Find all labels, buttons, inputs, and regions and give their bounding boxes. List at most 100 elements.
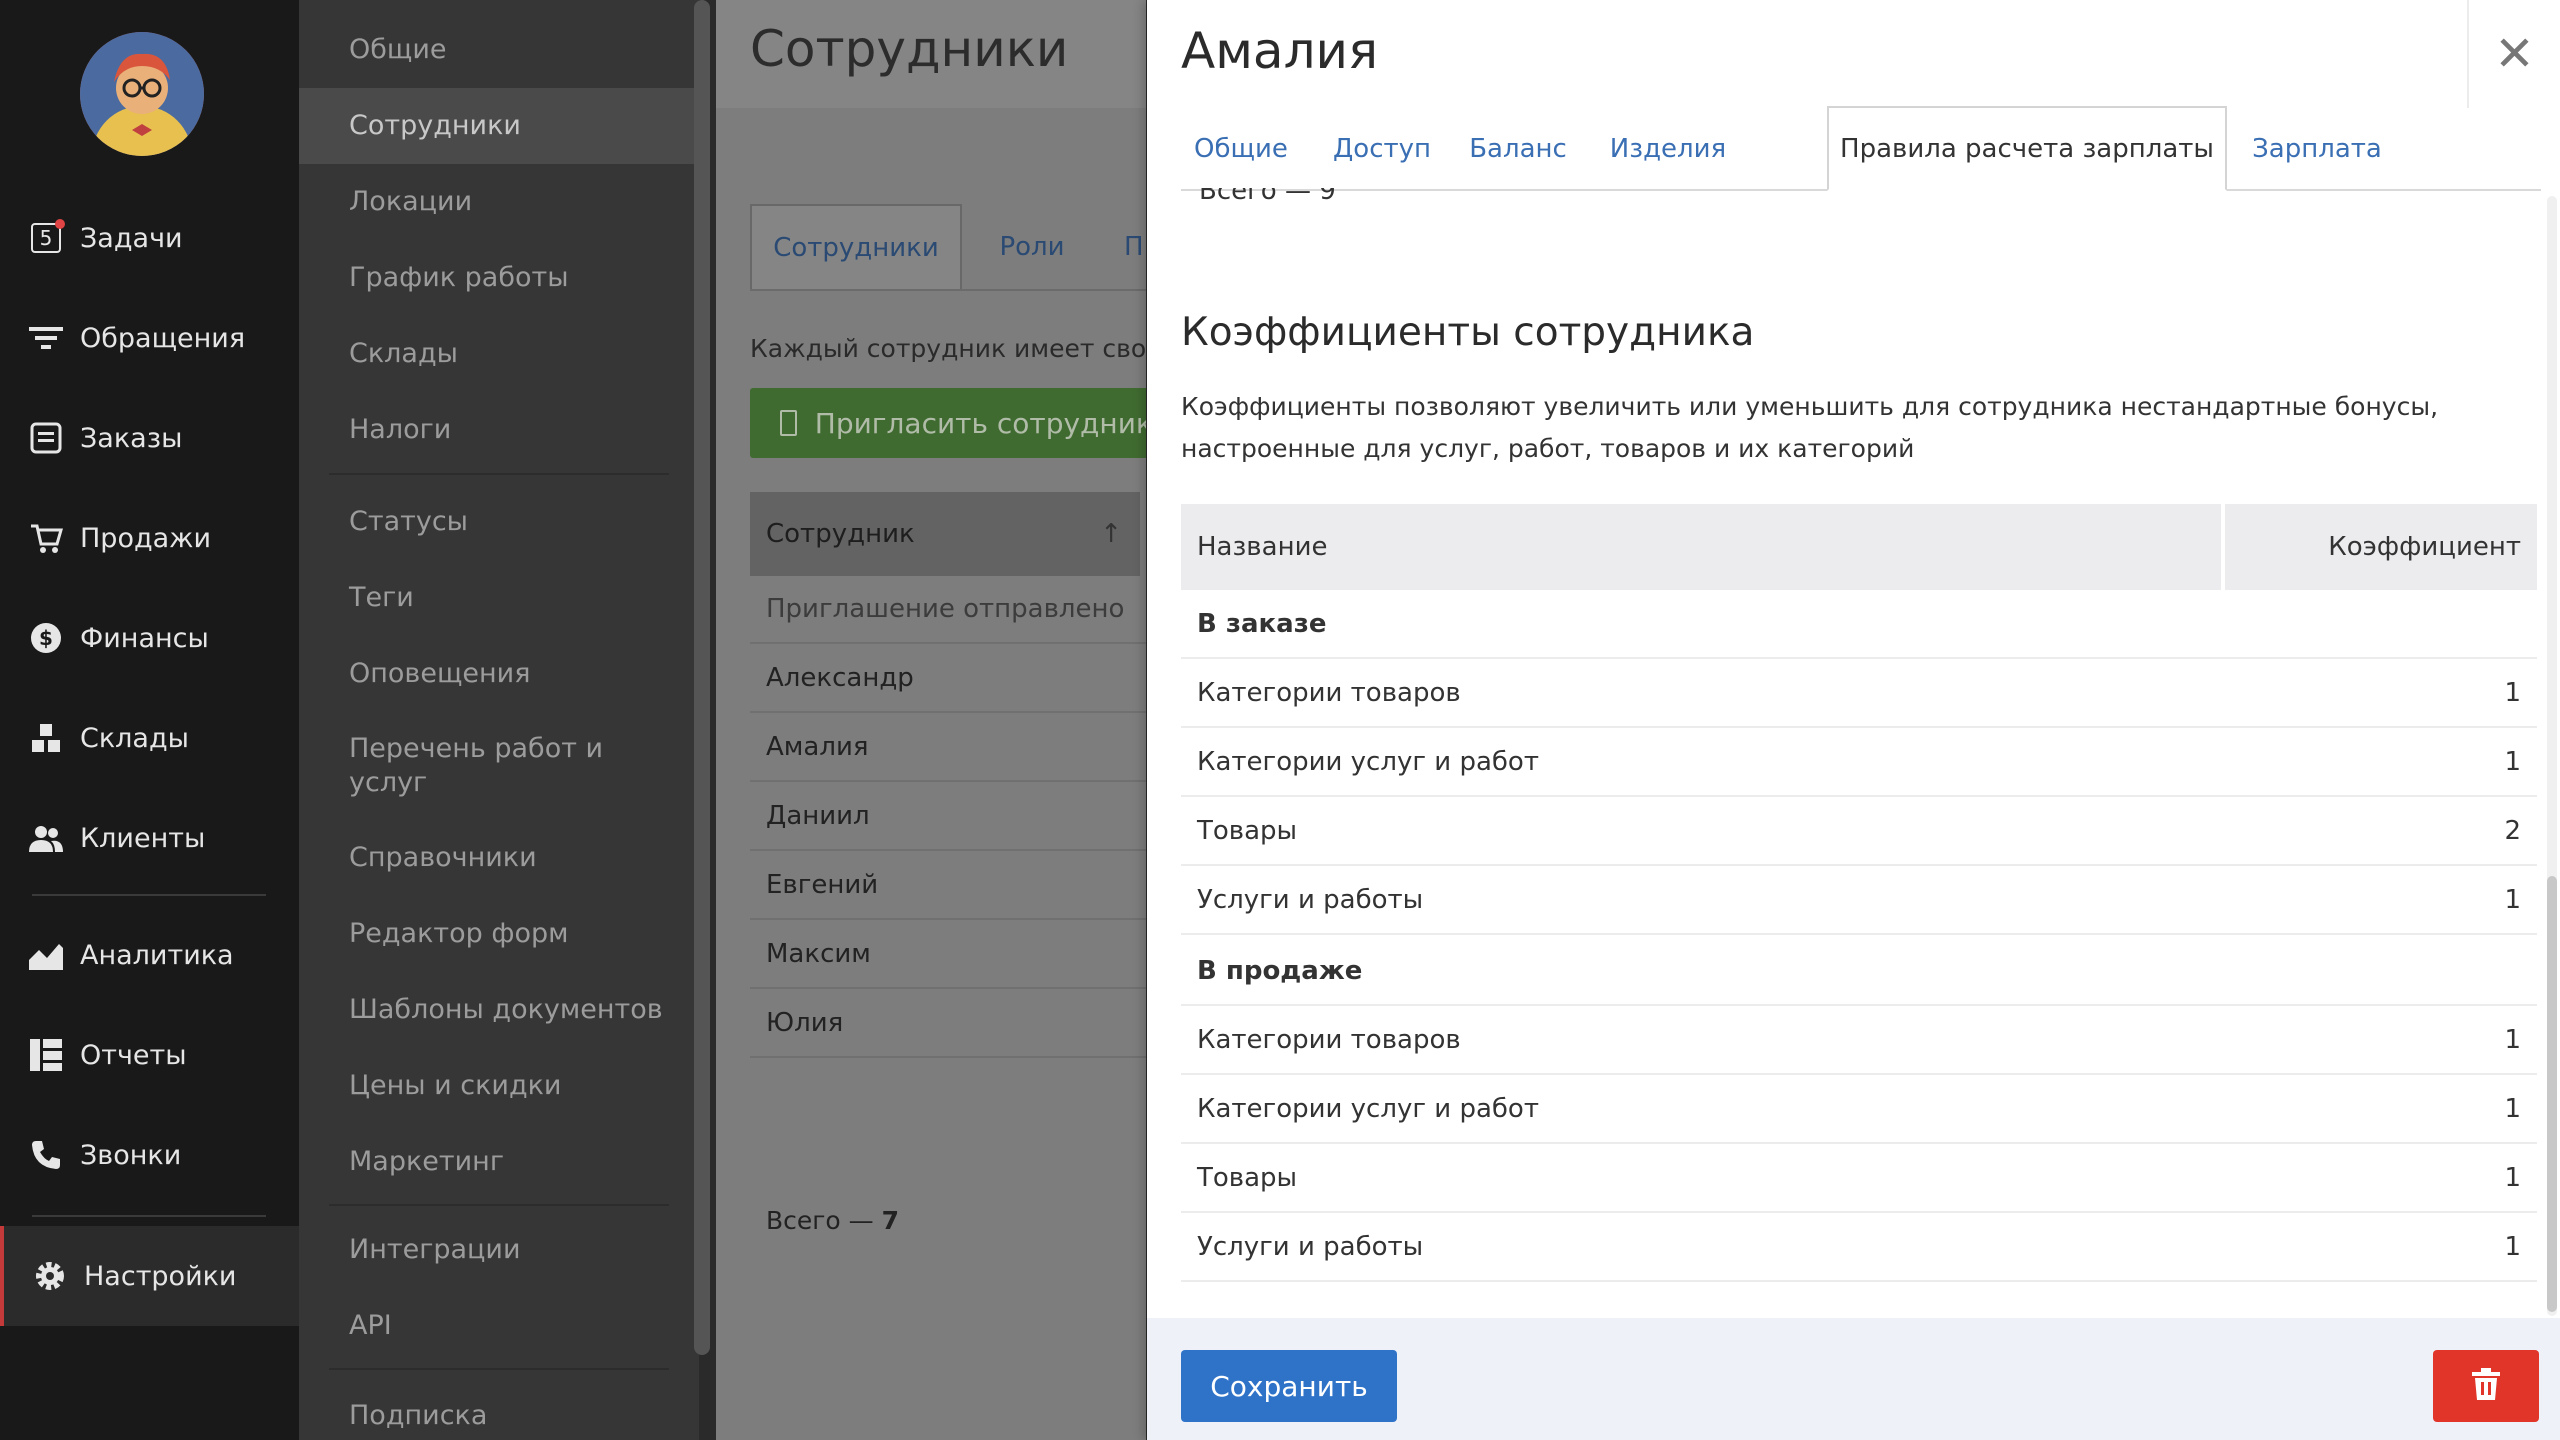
invite-employee-button[interactable]: Пригласить сотрудника bbox=[750, 388, 1146, 458]
table-row[interactable]: Максим bbox=[750, 921, 1146, 989]
submenu-item-statuses[interactable]: Статусы bbox=[299, 484, 699, 560]
drawer-footer: Сохранить bbox=[1147, 1318, 2560, 1440]
submenu-item-integrations[interactable]: Интеграции bbox=[299, 1212, 699, 1288]
tab-employees[interactable]: Сотрудники bbox=[750, 204, 962, 290]
tab-salary[interactable]: Зарплата bbox=[2247, 106, 2387, 191]
column-coefficient: Коэффициент bbox=[2328, 532, 2521, 562]
employees-total: Всего — 7 bbox=[766, 1206, 900, 1235]
submenu-item-directories[interactable]: Справочники bbox=[299, 820, 699, 896]
submenu-item-schedule[interactable]: График работы bbox=[299, 240, 699, 316]
submenu-item-locations[interactable]: Локации bbox=[299, 164, 699, 240]
submenu-item-prices[interactable]: Цены и скидки bbox=[299, 1048, 699, 1124]
table-row[interactable]: Категории товаров 1 bbox=[1181, 1006, 2537, 1075]
avatar[interactable] bbox=[80, 32, 204, 156]
phone-icon bbox=[28, 1137, 64, 1173]
page-description: Каждый сотрудник имеет свой л bbox=[750, 334, 1146, 363]
table-row[interactable]: Даниил bbox=[750, 783, 1146, 851]
nav-label: Звонки bbox=[80, 1139, 182, 1171]
submenu-item-tags[interactable]: Теги bbox=[299, 560, 699, 636]
submenu-item-warehouses[interactable]: Склады bbox=[299, 316, 699, 392]
nav-calls[interactable]: Звонки bbox=[0, 1105, 299, 1205]
table-row[interactable]: Услуги и работы 1 bbox=[1181, 866, 2537, 935]
tab-general[interactable]: Общие bbox=[1181, 106, 1301, 191]
submenu-item-api[interactable]: API bbox=[299, 1288, 699, 1364]
submenu-item-general[interactable]: Общие bbox=[299, 12, 699, 88]
submenu-scrollbar[interactable] bbox=[694, 0, 710, 1355]
nav-label: Отчеты bbox=[80, 1039, 187, 1071]
submenu-item-marketing[interactable]: Маркетинг bbox=[299, 1124, 699, 1200]
main-sidebar: 5 Задачи Обращения Заказы Продажи $ Фина… bbox=[0, 0, 299, 1440]
table-row[interactable]: Юлия bbox=[750, 990, 1146, 1058]
svg-text:$: $ bbox=[39, 626, 53, 650]
dollar-icon: $ bbox=[28, 620, 64, 656]
submenu-divider bbox=[329, 473, 669, 475]
nav-orders[interactable]: Заказы bbox=[0, 388, 299, 488]
delete-button[interactable] bbox=[2433, 1350, 2539, 1422]
tab-products[interactable]: Изделия bbox=[1593, 106, 1743, 191]
table-row[interactable]: Услуги и работы 1 bbox=[1181, 1213, 2537, 1282]
submenu-item-notifications[interactable]: Оповещения bbox=[299, 636, 699, 712]
chart-icon bbox=[28, 937, 64, 973]
submenu-item-subscription[interactable]: Подписка bbox=[299, 1378, 699, 1440]
close-icon[interactable]: ✕ bbox=[2467, 0, 2560, 108]
filter-icon bbox=[28, 320, 64, 356]
nav-analytics[interactable]: Аналитика bbox=[0, 905, 299, 1005]
tab-access[interactable]: Доступ bbox=[1317, 106, 1447, 191]
nav-clients[interactable]: Клиенты bbox=[0, 788, 299, 888]
nav-requests[interactable]: Обращения bbox=[0, 288, 299, 388]
nav-reports[interactable]: Отчеты bbox=[0, 1005, 299, 1105]
invite-label: Пригласить сотрудника bbox=[814, 406, 1146, 440]
table-row[interactable]: Евгений bbox=[750, 852, 1146, 920]
submenu-divider bbox=[329, 1368, 669, 1370]
tab-roles[interactable]: Роли bbox=[962, 204, 1102, 290]
nav-label: Аналитика bbox=[80, 939, 234, 971]
nav-tasks[interactable]: 5 Задачи bbox=[0, 188, 299, 288]
sort-arrow-icon[interactable]: ↑ bbox=[1100, 519, 1122, 549]
section-description: Коэффициенты позволяют увеличить или уме… bbox=[1181, 392, 2439, 463]
submenu-item-taxes[interactable]: Налоги bbox=[299, 392, 699, 468]
column-employee: Сотрудник bbox=[766, 519, 915, 549]
settings-submenu: Общие Сотрудники Локации График работы С… bbox=[299, 0, 699, 1440]
submenu-item-doc-templates[interactable]: Шаблоны документов bbox=[299, 972, 699, 1048]
table-row[interactable]: Товары 1 bbox=[1181, 1144, 2537, 1213]
nav-label: Настройки bbox=[84, 1260, 237, 1292]
table-row[interactable]: Александр bbox=[750, 645, 1146, 713]
submenu-item-employees[interactable]: Сотрудники bbox=[299, 88, 699, 164]
scrolled-total-text: Всего — 9 bbox=[1199, 188, 1336, 206]
column-divider bbox=[2221, 504, 2225, 590]
drawer-scrollbar-thumb[interactable] bbox=[2547, 876, 2557, 1312]
tab-more[interactable]: П bbox=[1104, 204, 1146, 290]
reports-icon bbox=[28, 1037, 64, 1073]
table-row[interactable]: Амалия bbox=[750, 714, 1146, 782]
trash-icon bbox=[2472, 1368, 2500, 1404]
nav-warehouses[interactable]: Склады bbox=[0, 688, 299, 788]
employee-drawer: Амалия ✕ Общие Доступ Баланс Изделия Пра… bbox=[1147, 0, 2560, 1440]
coefficients-table-header: Название Коэффициент bbox=[1181, 504, 2537, 590]
submenu-item-services[interactable]: Перечень работ и услуг bbox=[299, 718, 639, 814]
nav-label: Клиенты bbox=[80, 822, 206, 854]
avatar-illustration bbox=[80, 32, 204, 156]
nav-label: Склады bbox=[80, 722, 189, 754]
table-row[interactable]: Категории услуг и работ 1 bbox=[1181, 1075, 2537, 1144]
nav-label: Продажи bbox=[80, 522, 212, 554]
table-row[interactable]: Товары 2 bbox=[1181, 797, 2537, 866]
tab-salary-rules[interactable]: Правила расчета зарплаты bbox=[1827, 106, 2227, 191]
tab-balance[interactable]: Баланс bbox=[1457, 106, 1579, 191]
table-group-row: В заказе bbox=[1181, 590, 2537, 659]
save-button[interactable]: Сохранить bbox=[1181, 1350, 1397, 1422]
table-row[interactable]: Категории услуг и работ 1 bbox=[1181, 728, 2537, 797]
submenu-item-form-editor[interactable]: Редактор форм bbox=[299, 896, 699, 972]
nav-label: Задачи bbox=[80, 222, 183, 254]
nav-settings[interactable]: Настройки bbox=[0, 1226, 299, 1326]
table-row[interactable]: Категории товаров 1 bbox=[1181, 659, 2537, 728]
nav-divider bbox=[32, 894, 266, 896]
employees-table-header[interactable]: Сотрудник ↑ bbox=[750, 492, 1140, 576]
nav-sales[interactable]: Продажи bbox=[0, 488, 299, 588]
table-row[interactable]: Приглашение отправлено bbox=[750, 576, 1146, 644]
page-title: Сотрудники bbox=[750, 20, 1069, 78]
tasks-icon: 5 bbox=[28, 219, 65, 256]
table-group-row: В продаже bbox=[1181, 937, 2537, 1006]
nav-finance[interactable]: $ Финансы bbox=[0, 588, 299, 688]
submenu-divider bbox=[329, 1204, 669, 1206]
drawer-title: Амалия bbox=[1181, 22, 1379, 80]
